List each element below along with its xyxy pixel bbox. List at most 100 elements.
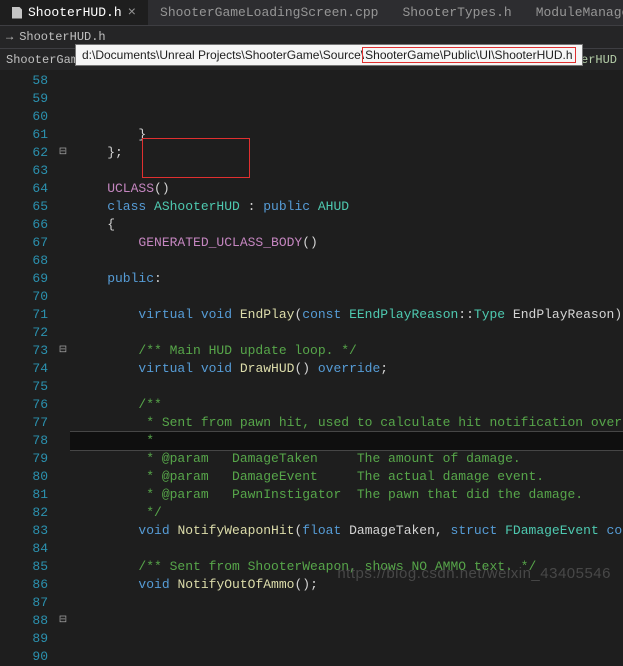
close-icon[interactable]: × — [128, 6, 136, 20]
code-token: * Sent from pawn hit, used to calculate … — [76, 415, 623, 430]
code-line[interactable] — [70, 378, 623, 396]
fold-toggle — [56, 630, 70, 648]
scope-dropdown[interactable]: ShooterGame — [6, 53, 85, 67]
line-number: 69 — [0, 270, 48, 288]
code-token: { — [76, 217, 115, 232]
tab-bar: ShooterHUD.h × ShooterGameLoadingScreen.… — [0, 0, 623, 26]
fold-toggle — [56, 414, 70, 432]
code-line[interactable] — [70, 540, 623, 558]
code-line[interactable]: * — [70, 432, 623, 450]
code-token: FDamageEvent — [505, 523, 606, 538]
code-line[interactable]: GENERATED_UCLASS_BODY() — [70, 234, 623, 252]
code-line[interactable]: virtual void EndPlay(const EEndPlayReaso… — [70, 306, 623, 324]
code-token — [76, 307, 138, 322]
fold-toggle — [56, 576, 70, 594]
tab-loadingscreen[interactable]: ShooterGameLoadingScreen.cpp — [148, 0, 390, 25]
code-token: public — [76, 271, 154, 286]
code-line[interactable]: * @param PawnInstigator The pawn that di… — [70, 486, 623, 504]
code-line[interactable]: class AShooterHUD : public AHUD — [70, 198, 623, 216]
code-token: : — [240, 199, 263, 214]
breadcrumb-item[interactable]: ShooterHUD.h — [19, 30, 105, 44]
code-token — [76, 361, 138, 376]
code-token: AShooterHUD — [154, 199, 240, 214]
tab-shootertypes[interactable]: ShooterTypes.h — [390, 0, 523, 25]
fold-toggle — [56, 558, 70, 576]
fold-toggle — [56, 108, 70, 126]
line-number: 86 — [0, 576, 48, 594]
code-token: void — [138, 523, 177, 538]
fold-toggle — [56, 126, 70, 144]
code-token: /** — [76, 397, 162, 412]
line-number: 73 — [0, 342, 48, 360]
code-line[interactable] — [70, 594, 623, 600]
code-editor[interactable]: 5859606162636465666768697071727374757677… — [0, 70, 623, 600]
code-token: () — [302, 235, 318, 250]
code-token — [76, 577, 138, 592]
line-number: 65 — [0, 198, 48, 216]
code-token: NotifyWeaponHit — [177, 523, 294, 538]
code-token: () — [154, 181, 170, 196]
code-token: public — [263, 199, 318, 214]
code-line[interactable]: UCLASS() — [70, 180, 623, 198]
code-line[interactable]: } — [70, 126, 623, 144]
fold-toggle — [56, 270, 70, 288]
code-token: Type — [474, 307, 513, 322]
code-line[interactable]: void NotifyWeaponHit(float DamageTaken, … — [70, 522, 623, 540]
fold-toggle — [56, 486, 70, 504]
tab-modulemanager[interactable]: ModuleManager — [524, 0, 623, 25]
code-line[interactable] — [70, 162, 623, 180]
code-line[interactable] — [70, 288, 623, 306]
code-token: * @param PawnInstigator The pawn that di… — [76, 487, 583, 502]
code-token: class — [76, 199, 154, 214]
fold-toggle — [56, 540, 70, 558]
line-number: 66 — [0, 216, 48, 234]
code-token: ; — [380, 361, 388, 376]
code-area[interactable]: } }; UCLASS() class AShooterHUD : public… — [70, 70, 623, 600]
code-token: (); — [294, 577, 317, 592]
line-number: 87 — [0, 594, 48, 612]
line-number: 68 — [0, 252, 48, 270]
fold-toggle — [56, 648, 70, 666]
fold-toggle[interactable]: ⊟ — [56, 342, 70, 360]
code-line[interactable]: public: — [70, 270, 623, 288]
fold-toggle — [56, 522, 70, 540]
code-line[interactable]: * @param DamageTaken The amount of damag… — [70, 450, 623, 468]
line-number: 63 — [0, 162, 48, 180]
tab-label: ShooterGameLoadingScreen.cpp — [160, 5, 378, 20]
line-number: 61 — [0, 126, 48, 144]
tab-shooterhud[interactable]: ShooterHUD.h × — [0, 0, 148, 25]
nav-arrow-icon: → — [6, 30, 13, 44]
fold-toggle — [56, 90, 70, 108]
code-token — [76, 523, 138, 538]
code-line[interactable]: * Sent from pawn hit, used to calculate … — [70, 414, 623, 432]
fold-toggle — [56, 504, 70, 522]
code-token: GENERATED_UCLASS_BODY — [76, 235, 302, 250]
code-line[interactable]: */ — [70, 504, 623, 522]
code-line[interactable] — [70, 324, 623, 342]
code-token: NotifyOutOfAmmo — [177, 577, 294, 592]
code-line[interactable]: { — [70, 216, 623, 234]
fold-toggle — [56, 306, 70, 324]
code-line[interactable]: * @param DamageEvent The actual damage e… — [70, 468, 623, 486]
line-number: 77 — [0, 414, 48, 432]
path-tooltip: d:\Documents\Unreal Projects\ShooterGame… — [75, 44, 583, 66]
fold-toggle — [56, 162, 70, 180]
code-token: } — [76, 127, 146, 142]
fold-toggle[interactable]: ⊟ — [56, 144, 70, 162]
fold-toggle[interactable]: ⊟ — [56, 612, 70, 630]
line-number: 59 — [0, 90, 48, 108]
tab-label: ShooterTypes.h — [402, 5, 511, 20]
code-line[interactable]: /** — [70, 396, 623, 414]
fold-toggle — [56, 594, 70, 612]
code-line[interactable]: }; — [70, 144, 623, 162]
code-token: float — [302, 523, 349, 538]
code-token: * — [76, 433, 154, 448]
code-token: /** Main HUD update loop. */ — [76, 343, 357, 358]
code-line[interactable] — [70, 252, 623, 270]
fold-toggle — [56, 396, 70, 414]
fold-toggle — [56, 72, 70, 90]
code-line[interactable]: /** Main HUD update loop. */ — [70, 342, 623, 360]
line-number: 70 — [0, 288, 48, 306]
code-line[interactable]: virtual void DrawHUD() override; — [70, 360, 623, 378]
code-token: EndPlay — [240, 307, 295, 322]
